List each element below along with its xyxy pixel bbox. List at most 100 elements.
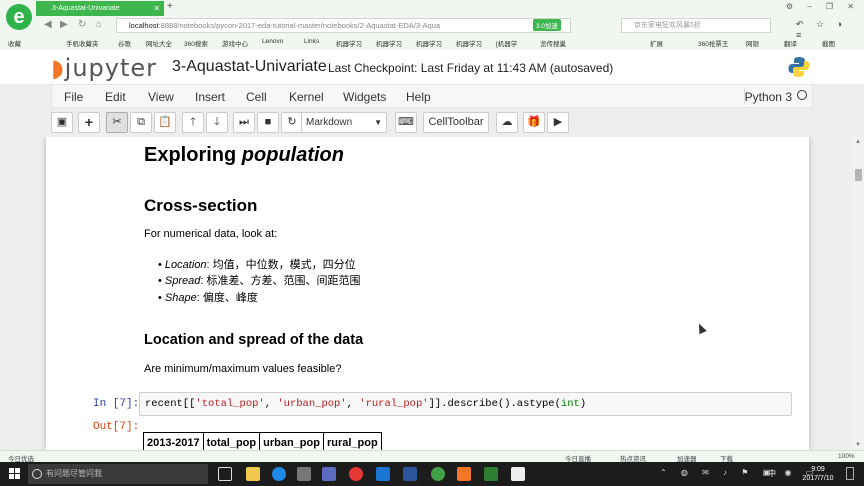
bookmark-item[interactable]: 网址大全 [146, 38, 172, 48]
bookmark-item[interactable]: 机器学习 [376, 38, 402, 48]
kernel-status-icon [797, 90, 807, 100]
menu-cell[interactable]: Cell [246, 90, 267, 104]
file-explorer-icon[interactable] [246, 467, 260, 481]
pycharm-icon[interactable] [484, 467, 498, 481]
bookmarks-bar: 收藏 手机收藏夹 谷歌 网址大全 360搜索 游戏中心 Lenovo Links… [0, 36, 864, 49]
scroll-down-icon[interactable]: ▼ [855, 442, 861, 448]
chrome-icon[interactable] [349, 467, 363, 481]
browser-tab-active[interactable]: 3-Aquastat-Univariate ✕ [36, 1, 164, 16]
tab-close-icon[interactable]: ✕ [153, 1, 160, 16]
bookmark-item[interactable]: 机器学习 [456, 38, 482, 48]
menu-view[interactable]: View [148, 90, 174, 104]
new-tab-icon[interactable]: + [167, 1, 173, 12]
speed-badge[interactable]: 3.0加速 [533, 19, 562, 31]
chevron-down-icon: ▼ [374, 118, 382, 127]
url-input[interactable]: localhost:8888/notebooks/pycon-2017-eda-… [116, 18, 571, 33]
browser-logo-icon[interactable]: e [6, 4, 32, 30]
back-icon[interactable]: ◀ [44, 19, 52, 30]
save-icon[interactable]: ▣ [51, 112, 73, 133]
notebook-toolbar: ▣ + ✂ ⧉ 📋 🡑 🡓 ⏭ ■ ↻ Markdown ▼ ⌨ CellToo… [51, 112, 813, 134]
store-icon[interactable] [297, 467, 311, 481]
status-zoom[interactable]: 100% [838, 453, 855, 460]
bookmark-item[interactable]: 翻译 [784, 38, 797, 48]
address-bar-row: ◀ ▶ ↻ ⌂ localhost:8888/notebooks/pycon-2… [36, 17, 864, 40]
input-prompt: In [7]: [93, 398, 140, 410]
python-logo-icon [788, 57, 810, 77]
menu-insert[interactable]: Insert [195, 90, 225, 104]
bookmark-item[interactable]: 机器学习 [336, 38, 362, 48]
taskbar-clock[interactable]: 9:09 2017/7/10 [800, 465, 836, 483]
windows-start-icon[interactable] [9, 468, 20, 479]
bookmark-item[interactable]: 360抢票王 [698, 38, 728, 48]
kernel-name[interactable]: Python 3 [745, 90, 792, 104]
menu-bar: File Edit View Insert Cell Kernel Widget… [51, 84, 813, 108]
heading-location-spread: Location and spread of the data [144, 332, 364, 348]
scroll-up-icon[interactable]: ▲ [855, 139, 861, 145]
bookmark-item[interactable]: 机器学习 [416, 38, 442, 48]
stop-icon[interactable]: ■ [257, 112, 279, 133]
menu-file[interactable]: File [64, 90, 83, 104]
menu-kernel[interactable]: Kernel [289, 90, 324, 104]
edge-icon[interactable] [272, 467, 286, 481]
menu-widgets[interactable]: Widgets [343, 90, 386, 104]
bookmark-item[interactable]: 谷歌 [118, 38, 131, 48]
windows-taskbar: 有问题尽管问我 ⌃ ◍ ✉ ♪ ⚑ ▣ ◉ ▭ 中 9:09 2017/7/10 [0, 462, 864, 486]
browser-search-input[interactable]: 京东家电狂欢风暴5折 [621, 18, 771, 33]
bookmark-item[interactable]: Lenovo [262, 38, 283, 45]
notifications-icon[interactable] [846, 467, 854, 480]
bookmark-item[interactable]: 网银 [746, 38, 759, 48]
move-down-icon[interactable]: 🡓 [206, 112, 228, 133]
code-cell[interactable]: recent[['total_pop', 'urban_pop', 'rural… [139, 392, 792, 416]
bookmark-item[interactable]: 360搜索 [184, 38, 208, 48]
insert-cell-icon[interactable]: + [78, 112, 100, 133]
run-icon[interactable]: ⏭ [233, 112, 255, 133]
scroll-thumb[interactable] [855, 169, 862, 181]
outlook-icon[interactable] [376, 467, 390, 481]
browser-360-icon[interactable] [431, 467, 445, 481]
bookmark-item[interactable]: 截图 [822, 38, 835, 48]
bookmark-item[interactable]: 手机收藏夹 [66, 38, 99, 48]
browser-status-bar: 今日优选 今日直播 热点资讯 加速器 下载 100% [0, 450, 864, 463]
cortana-icon [32, 469, 42, 479]
youtube-icon[interactable]: ▶ [547, 112, 569, 133]
home-icon[interactable]: ⌂ [96, 19, 102, 30]
bookmark-item[interactable]: 扩展 [650, 38, 663, 48]
copy-icon[interactable]: ⧉ [130, 112, 152, 133]
page-scrollbar[interactable]: ▲ ▼ [853, 137, 864, 450]
url-text: localhost:8888/notebooks/pycon-2017-eda-… [129, 21, 441, 30]
restart-icon[interactable]: ↻ [281, 112, 303, 133]
app-icon[interactable] [322, 467, 336, 481]
system-tray-icons[interactable]: ⌃ ◍ ✉ ♪ ⚑ ▣ ◉ ▭ [660, 468, 819, 477]
word-icon[interactable] [403, 467, 417, 481]
taskbar-search-input[interactable]: 有问题尽管问我 [28, 464, 208, 484]
menu-edit[interactable]: Edit [105, 90, 126, 104]
intro-text: For numerical data, look at: [144, 228, 278, 240]
bookmark-item[interactable]: 览传搜巢 [540, 38, 566, 48]
forward-icon[interactable]: ▶ [60, 19, 68, 30]
cell-type-select[interactable]: Markdown ▼ [301, 112, 387, 133]
refresh-icon[interactable]: ↻ [78, 19, 86, 30]
notebook-title[interactable]: 3-Aquastat-Univariate [172, 58, 327, 76]
checkpoint-status: Last Checkpoint: Last Friday at 11:43 AM… [328, 61, 614, 75]
bookmark-item[interactable]: [机器学 [496, 38, 517, 48]
move-up-icon[interactable]: 🡑 [182, 112, 204, 133]
heading-cross-section: Cross-section [144, 196, 258, 215]
tab-title: 3-Aquastat-Univariate [52, 5, 120, 12]
cloud-upload-icon[interactable]: ☁ [496, 112, 518, 133]
task-view-icon[interactable] [218, 467, 232, 481]
jupyter-app-icon[interactable] [457, 467, 471, 481]
menu-help[interactable]: Help [406, 90, 431, 104]
window-controls[interactable]: ⚙ – ❐ ✕ [786, 2, 860, 11]
paste-icon[interactable]: 📋 [154, 112, 176, 133]
bookmark-item[interactable]: Links [304, 38, 319, 45]
keyboard-icon[interactable]: ⌨ [395, 112, 417, 133]
cut-icon[interactable]: ✂ [106, 112, 128, 133]
celltoolbar-button[interactable]: CellToolbar [423, 112, 489, 133]
gift-icon[interactable]: 🎁 [523, 112, 545, 133]
bookmark-item[interactable]: 游戏中心 [222, 38, 248, 48]
terminal-icon[interactable] [511, 467, 525, 481]
input-lang[interactable]: 中 [768, 468, 776, 479]
jupyter-logo[interactable]: ◗jupyter [51, 54, 157, 82]
list-item: • Spread: 标准差、方差、范围、间距范围 [158, 275, 361, 287]
bookmark-item[interactable]: 收藏 [8, 38, 21, 48]
